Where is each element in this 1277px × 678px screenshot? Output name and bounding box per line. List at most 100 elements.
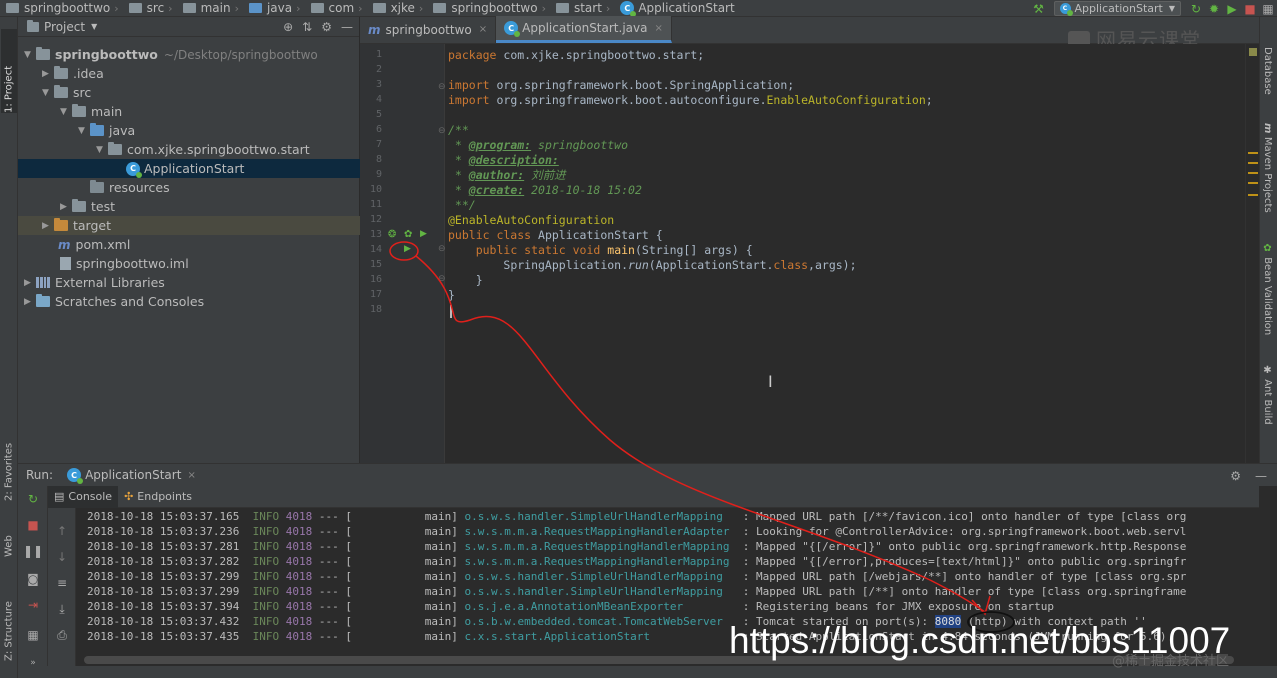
tool-tab-favorites[interactable]: 2: Favorites — [1, 427, 17, 501]
hide-panel-icon[interactable]: — — [341, 20, 353, 34]
breadcrumb-com[interactable]: com › — [305, 0, 367, 16]
breadcrumb-xjke[interactable]: xjke › — [367, 0, 428, 16]
run-configuration-selector[interactable]: C ApplicationStart ▼ — [1053, 1, 1181, 16]
fold-marker-icon[interactable]: ⊖ — [438, 244, 446, 254]
spring-bean-gutter-icon[interactable]: ❂ — [388, 229, 396, 240]
fold-marker-icon[interactable]: ⊖ — [438, 274, 446, 284]
debug-bug-icon[interactable]: ✹ — [1205, 0, 1223, 16]
folder-icon — [72, 104, 86, 117]
tree-item-target[interactable]: ▶ target — [18, 216, 360, 235]
chevron-right-icon[interactable]: ▶ — [40, 221, 51, 231]
chevron-right-icon[interactable]: ▶ — [22, 297, 33, 307]
breadcrumb-main[interactable]: main › — [177, 0, 243, 16]
tool-tab-project[interactable]: 1: Project — [1, 29, 17, 113]
tab-applicationstart-java[interactable]: C ApplicationStart.java × — [496, 16, 672, 43]
tree-item-scratches[interactable]: ▶ Scratches and Consoles — [18, 292, 360, 311]
log-line: 2018-10-18 15:03:37.282 INFO 4018 --- [ … — [87, 555, 1187, 568]
tool-tab-web[interactable]: Web — [1, 517, 17, 557]
soft-wrap-icon[interactable]: ≡ — [53, 574, 71, 592]
rerun-icon[interactable]: ↻ — [1187, 0, 1205, 16]
breadcrumb-project[interactable]: springboottwo › — [0, 0, 123, 16]
inspection-status-icon[interactable] — [1249, 48, 1257, 56]
up-arrow-icon[interactable]: ↑ — [53, 522, 71, 540]
warning-stripe[interactable] — [1248, 152, 1258, 154]
tool-tab-maven[interactable]: m Maven Projects — [1262, 123, 1273, 213]
breadcrumb-start[interactable]: start › — [550, 0, 614, 16]
build-hammer-icon[interactable]: ⚒ — [1030, 0, 1048, 16]
close-icon[interactable]: × — [654, 23, 662, 34]
warning-stripe[interactable] — [1248, 182, 1258, 184]
breadcrumb-src[interactable]: src › — [123, 0, 177, 16]
folder-icon — [54, 66, 68, 79]
line-number: 14 — [369, 244, 382, 255]
warning-stripe[interactable] — [1248, 194, 1258, 196]
chevron-right-icon[interactable]: ▶ — [40, 69, 51, 79]
fold-marker-icon[interactable]: ⊖ — [438, 126, 446, 136]
rerun-icon[interactable]: ↻ — [24, 490, 42, 508]
chevron-down-icon[interactable]: ▼ — [58, 107, 69, 117]
source-folder-icon — [90, 123, 104, 136]
close-icon[interactable]: × — [479, 24, 487, 35]
scroll-to-end-icon[interactable]: ⤓ — [53, 600, 71, 618]
chevron-right-icon[interactable]: ▶ — [22, 278, 33, 288]
project-view-selector[interactable]: Project — [44, 20, 85, 34]
close-icon[interactable]: × — [187, 470, 195, 481]
tree-item-package[interactable]: ▼ com.xjke.springboottwo.start — [18, 140, 360, 159]
tool-tab-database[interactable]: Database — [1262, 47, 1273, 95]
exit-icon[interactable]: ⇥ — [24, 596, 42, 614]
breadcrumb-java[interactable]: java › — [243, 0, 305, 16]
gear-icon[interactable]: ⚙ — [321, 20, 332, 34]
warning-stripe[interactable] — [1248, 172, 1258, 174]
tree-item-idea[interactable]: ▶ .idea — [18, 64, 360, 83]
tab-console[interactable]: ▤ Console — [48, 485, 119, 508]
tree-item-iml[interactable]: springboottwo.iml — [18, 254, 360, 273]
down-arrow-icon[interactable]: ↓ — [53, 548, 71, 566]
tree-item-pom[interactable]: m pom.xml — [18, 235, 360, 254]
tree-item-applicationstart[interactable]: C ApplicationStart — [18, 159, 360, 178]
hide-panel-icon[interactable]: — — [1255, 469, 1267, 483]
spring-boot-gutter-icon[interactable]: ✿ — [404, 229, 412, 240]
tree-item-main[interactable]: ▼ main — [18, 102, 360, 121]
collapse-all-icon[interactable]: ⇅ — [302, 20, 312, 34]
fold-marker-icon[interactable]: ⊖ — [438, 82, 446, 92]
tab-endpoints[interactable]: ✣ Endpoints — [118, 486, 198, 508]
run-with-coverage-icon[interactable]: ▶ — [1223, 0, 1241, 16]
tab-pom-springboottwo[interactable]: m springboottwo × — [360, 16, 497, 43]
tree-item-external-libraries[interactable]: ▶ External Libraries — [18, 273, 360, 292]
chevron-down-icon[interactable]: ▼ — [22, 50, 33, 60]
chevron-down-icon[interactable]: ▼ — [76, 126, 87, 136]
project-structure-icon[interactable]: ▦ — [1259, 0, 1277, 16]
tool-tab-structure[interactable]: Z: Structure — [1, 581, 17, 661]
breadcrumb-applicationstart[interactable]: C ApplicationStart — [614, 0, 738, 16]
tool-tab-ant-build[interactable]: ✱ Ant Build — [1262, 365, 1273, 425]
layout-icon[interactable]: ▦ — [24, 626, 42, 644]
pause-icon[interactable]: ❚❚ — [23, 542, 43, 560]
editor-error-stripe[interactable] — [1245, 44, 1259, 463]
tree-item-java[interactable]: ▼ java — [18, 121, 360, 140]
run-class-gutter-icon[interactable]: ▶ — [420, 229, 427, 239]
stop-icon[interactable]: ■ — [24, 516, 42, 534]
chevron-down-icon[interactable]: ▼ — [40, 88, 51, 98]
line-number: 8 — [375, 154, 382, 165]
package-icon — [108, 142, 122, 155]
chevron-right-icon[interactable]: ▶ — [58, 202, 69, 212]
code-line-12: @EnableAutoConfiguration — [448, 213, 615, 227]
camera-icon[interactable]: ◙ — [24, 570, 42, 588]
chevron-down-icon[interactable]: ▼ — [91, 22, 97, 31]
code-line-14: public static void main(String[] args) { — [475, 243, 753, 257]
run-main-gutter-icon[interactable]: ▶ — [404, 244, 411, 254]
scroll-from-source-icon[interactable]: ⊕ — [283, 20, 293, 34]
warning-stripe[interactable] — [1248, 162, 1258, 164]
run-tab-applicationstart[interactable]: C ApplicationStart × — [67, 468, 196, 484]
tree-item-src[interactable]: ▼ src — [18, 83, 360, 102]
tree-item-springboottwo[interactable]: ▼ springboottwo ~/Desktop/springboottwo — [18, 45, 360, 64]
chevron-down-icon[interactable]: ▼ — [94, 145, 105, 155]
stop-icon[interactable]: ■ — [1241, 0, 1259, 16]
tree-item-test[interactable]: ▶ test — [18, 197, 360, 216]
breadcrumb-springboottwo[interactable]: springboottwo › — [427, 0, 550, 16]
gear-icon[interactable]: ⚙ — [1230, 469, 1241, 483]
code-editor[interactable]: package com.xjke.springboottwo.start; im… — [446, 44, 1245, 463]
tree-item-resources[interactable]: resources — [18, 178, 360, 197]
print-icon[interactable]: ⎙ — [53, 626, 71, 644]
tool-tab-bean-validation[interactable]: ✿ Bean Validation — [1262, 243, 1273, 335]
